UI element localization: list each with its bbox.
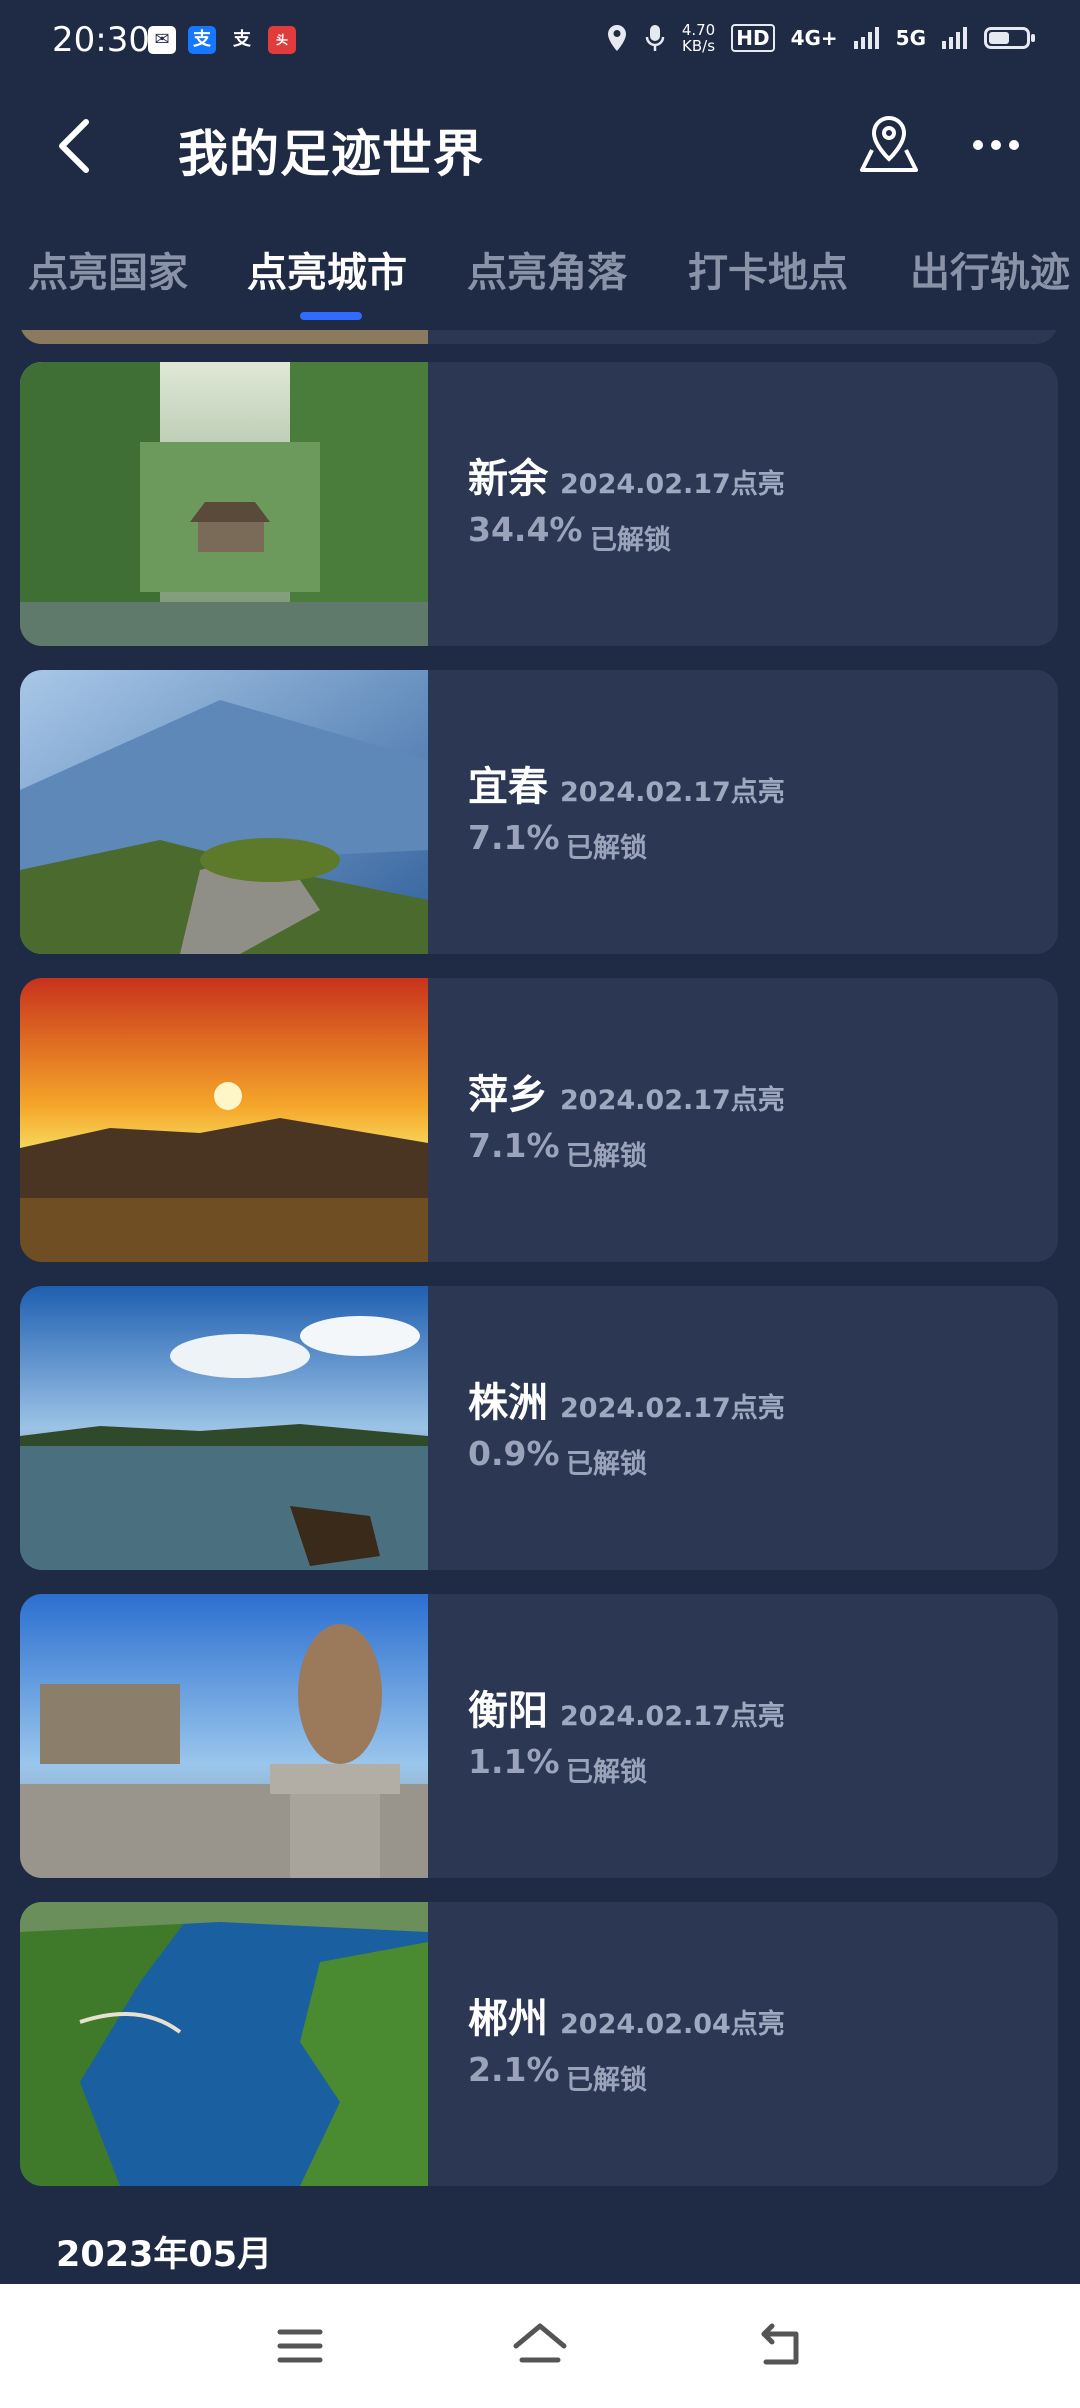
unlock-label: 已解锁: [566, 1449, 647, 1480]
city-card[interactable]: 衡阳 2024.02.17点亮 1.1% 已解锁: [20, 1594, 1058, 1878]
status-bar: 20:30 ✉ 支 支 头 4.70 KB/s HD 4G+ 5G: [0, 0, 1080, 86]
unlock-label: 已解锁: [566, 833, 647, 864]
status-time: 20:30: [52, 20, 150, 60]
back-icon[interactable]: [750, 2316, 810, 2376]
lit-date: 2024.02.17点亮: [560, 469, 785, 500]
city-photo-sunset-mountains: [20, 978, 428, 1262]
page-title: 我的足迹世界: [178, 125, 484, 183]
city-photo-lake-boat: [20, 1286, 428, 1570]
city-card[interactable]: 宜春 2024.02.17点亮 7.1% 已解锁: [20, 670, 1058, 954]
city-card[interactable]: 萍乡 2024.02.17点亮 7.1% 已解锁: [20, 978, 1058, 1262]
news-app-icon: 头: [268, 26, 296, 54]
unlock-label: 已解锁: [566, 1757, 647, 1788]
battery-icon: [984, 27, 1035, 49]
city-photo-stone-monument: [20, 1594, 428, 1878]
city-photo-bamboo-pavilion: [20, 362, 428, 646]
active-tab-indicator: [300, 312, 362, 320]
lit-date: 2024.02.04点亮: [560, 2009, 785, 2040]
menu-icon[interactable]: [270, 2316, 330, 2376]
city-photo-mountain-valley: [20, 670, 428, 954]
network-speed: 4.70 KB/s: [682, 22, 715, 54]
signal-4g: 4G+: [790, 26, 838, 50]
city-name: 新余: [468, 456, 548, 502]
unlock-percent: 0.9%: [468, 1434, 560, 1473]
alipay-icon: 支: [188, 26, 216, 54]
more-dots-icon[interactable]: [968, 120, 1024, 170]
lit-date: 2024.02.17点亮: [560, 1393, 785, 1424]
tab-bar: 点亮国家 点亮城市 点亮角落 打卡地点 出行轨迹: [0, 240, 1080, 320]
tab-countries[interactable]: 点亮国家: [28, 240, 188, 298]
microphone-icon: [645, 25, 665, 51]
unlock-label: 已解锁: [566, 1141, 647, 1172]
city-photo-lake-islands: [20, 1902, 428, 2186]
city-list: 新余 2024.02.17点亮 34.4% 已解锁 宜春 2024.02.17点…: [0, 330, 1080, 2280]
tab-corners[interactable]: 点亮角落: [467, 240, 627, 298]
signal-bars-2-icon: [942, 27, 967, 49]
city-name: 郴州: [468, 1996, 548, 2042]
unlock-percent: 7.1%: [468, 1126, 560, 1165]
home-icon[interactable]: [510, 2316, 570, 2376]
city-card[interactable]: 新余 2024.02.17点亮 34.4% 已解锁: [20, 362, 1058, 646]
speed-value: 4.70: [681, 21, 716, 39]
unlock-percent: 34.4%: [468, 510, 583, 549]
tab-travel-tracks[interactable]: 出行轨迹: [910, 240, 1070, 298]
city-photo: [20, 330, 428, 344]
unlock-percent: 7.1%: [468, 818, 560, 857]
unlock-percent: 2.1%: [468, 2050, 560, 2089]
unlock-percent: 1.1%: [468, 1742, 560, 1781]
city-name: 宜春: [468, 764, 548, 810]
speed-unit: KB/s: [682, 37, 716, 55]
city-name: 株洲: [468, 1380, 548, 1426]
notification-icons: ✉ 支 支 头: [148, 26, 296, 54]
partial-card[interactable]: [20, 330, 1058, 344]
location-icon: [607, 25, 626, 51]
lit-date: 2024.02.17点亮: [560, 1701, 785, 1732]
city-card[interactable]: 郴州 2024.02.04点亮 2.1% 已解锁: [20, 1902, 1058, 2186]
map-pin-icon[interactable]: [858, 112, 920, 178]
hd-badge: HD: [731, 24, 775, 52]
lit-date: 2024.02.17点亮: [560, 777, 785, 808]
alipay-outline-icon: 支: [233, 29, 251, 50]
lit-date: 2024.02.17点亮: [560, 1085, 785, 1116]
unlock-label: 已解锁: [590, 525, 671, 556]
signal-5g: 5G: [895, 26, 926, 50]
system-nav-bar: [0, 2284, 1080, 2408]
month-section-header: 2023年05月: [56, 2235, 273, 2275]
mail-icon: ✉: [148, 26, 176, 54]
signal-bars-icon: [853, 27, 879, 49]
status-indicators: 4.70 KB/s HD 4G+ 5G: [606, 22, 1035, 54]
tab-checkin-places[interactable]: 打卡地点: [688, 240, 848, 298]
city-name: 萍乡: [468, 1072, 548, 1118]
unlock-label: 已解锁: [566, 2065, 647, 2096]
city-name: 衡阳: [468, 1688, 548, 1734]
city-card[interactable]: 株洲 2024.02.17点亮 0.9% 已解锁: [20, 1286, 1058, 1570]
app-header: 我的足迹世界: [0, 100, 1080, 192]
back-arrow-icon[interactable]: [48, 114, 108, 178]
tab-cities[interactable]: 点亮城市: [247, 240, 407, 298]
